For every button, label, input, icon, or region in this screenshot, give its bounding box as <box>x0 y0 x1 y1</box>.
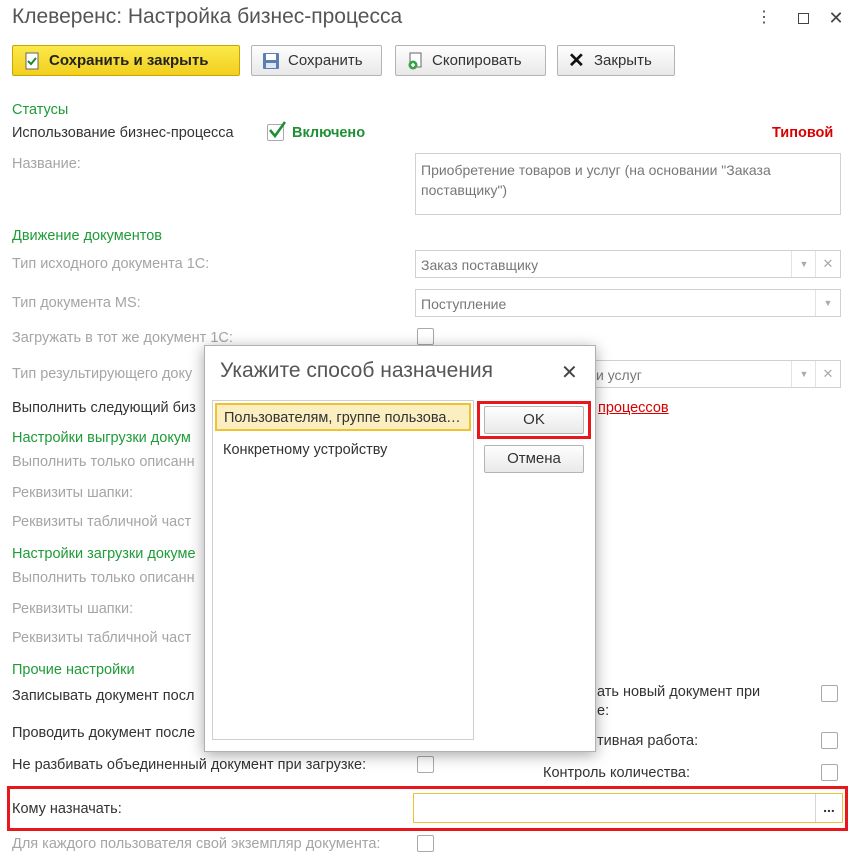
document-check-icon <box>23 52 41 70</box>
list-item[interactable]: Конкретному устройству <box>215 435 471 463</box>
src-doc-label: Тип исходного документа 1С: <box>12 256 210 272</box>
usage-checkbox[interactable] <box>267 121 287 141</box>
section-other: Прочие настройки <box>12 662 135 678</box>
copy-document-icon <box>406 52 424 70</box>
next-bp-link[interactable]: процессов <box>598 400 669 416</box>
list-item[interactable]: Пользователям, группе пользователей <box>215 403 471 431</box>
download-header-label: Реквизиты шапки: <box>12 601 134 617</box>
download-only-label: Выполнить только описанн <box>12 570 195 586</box>
section-documents: Движение документов <box>12 228 162 244</box>
write-doc-label: Записывать документ посл <box>12 688 195 704</box>
ok-highlight <box>477 401 591 439</box>
section-download: Настройки загрузки докуме <box>12 546 196 562</box>
qty-control-checkbox[interactable] <box>821 764 838 781</box>
section-upload: Настройки выгрузки докум <box>12 430 191 446</box>
clear-icon[interactable]: ✕ <box>815 361 840 387</box>
check-icon <box>269 121 287 139</box>
name-field[interactable]: Приобретение товаров и услуг (на основан… <box>415 153 841 215</box>
window-title: Клеверенс: Настройка бизнес-процесса <box>12 5 403 28</box>
copy-button[interactable]: Скопировать <box>395 45 546 76</box>
save-button[interactable]: Сохранить <box>251 45 382 76</box>
upload-header-label: Реквизиты шапки: <box>12 485 134 501</box>
copy-label: Скопировать <box>432 52 522 69</box>
section-statuses: Статусы <box>12 102 69 118</box>
save-and-close-button[interactable]: Сохранить и закрыть <box>12 45 240 76</box>
save-label: Сохранить <box>288 52 363 69</box>
ms-doc-field[interactable]: Поступление ▼ <box>415 289 841 317</box>
name-label: Название: <box>12 156 81 172</box>
upload-only-label: Выполнить только описанн <box>12 454 195 470</box>
no-split-label: Не разбивать объединенный документ при з… <box>12 757 367 773</box>
result-doc-label: Тип результирующего доку <box>12 366 193 382</box>
ms-doc-label: Тип документа MS: <box>12 295 141 311</box>
per-user-checkbox[interactable] <box>417 835 434 852</box>
dialog-title: Укажите способ назначения <box>220 359 494 382</box>
ms-doc-value: Поступление <box>421 296 507 312</box>
src-doc-value: Заказ поставщику <box>421 257 539 273</box>
name-value: Приобретение товаров и услуг (на основан… <box>421 162 771 198</box>
upload-table-label: Реквизиты табличной част <box>12 514 192 530</box>
per-user-label: Для каждого пользователя свой экземпляр … <box>12 836 381 852</box>
save-and-close-label: Сохранить и закрыть <box>49 52 209 69</box>
new-doc-label-cont: е: <box>597 703 610 719</box>
collab-checkbox[interactable] <box>821 732 838 749</box>
close-icon[interactable]: ✕ <box>561 360 578 385</box>
next-bp-label: Выполнить следующий биз <box>12 400 196 416</box>
result-doc-value: и услуг <box>596 367 642 383</box>
new-doc-checkbox[interactable] <box>821 685 838 702</box>
collab-label: тивная работа: <box>597 733 699 749</box>
load-same-checkbox[interactable] <box>417 328 434 345</box>
qty-control-label: Контроль количества: <box>543 765 690 781</box>
close-button[interactable]: ✕ Закрыть <box>557 45 675 76</box>
x-icon: ✕ <box>568 49 585 72</box>
post-doc-label: Проводить документ после <box>12 725 196 741</box>
chevron-down-icon[interactable]: ▼ <box>791 361 816 387</box>
usage-value: Включено <box>292 125 366 141</box>
src-doc-field[interactable]: Заказ поставщику ▼ ✕ <box>415 250 841 278</box>
chevron-down-icon[interactable]: ▼ <box>815 290 840 316</box>
maximize-icon[interactable] <box>791 6 815 30</box>
floppy-disk-icon <box>262 52 280 70</box>
no-split-checkbox[interactable] <box>417 756 434 773</box>
close-label: Закрыть <box>594 52 652 69</box>
load-same-label: Загружать в тот же документ 1С: <box>12 330 233 346</box>
close-icon[interactable]: ✕ <box>824 6 848 30</box>
new-doc-label: ать новый документ при <box>597 684 761 700</box>
clear-icon[interactable]: ✕ <box>815 251 840 277</box>
kebab-icon[interactable]: ⋮ <box>752 6 776 30</box>
chevron-down-icon[interactable]: ▼ <box>791 251 816 277</box>
assign-method-dialog: Укажите способ назначения ✕ Пользователя… <box>204 345 596 752</box>
assign-method-list[interactable]: Пользователям, группе пользователей Конк… <box>212 400 474 740</box>
typical-badge: Типовой <box>772 125 834 141</box>
download-table-label: Реквизиты табличной част <box>12 630 192 646</box>
assign-highlight <box>7 786 848 831</box>
cancel-button[interactable]: Отмена <box>484 445 584 473</box>
usage-label: Использование бизнес-процесса <box>12 125 234 141</box>
